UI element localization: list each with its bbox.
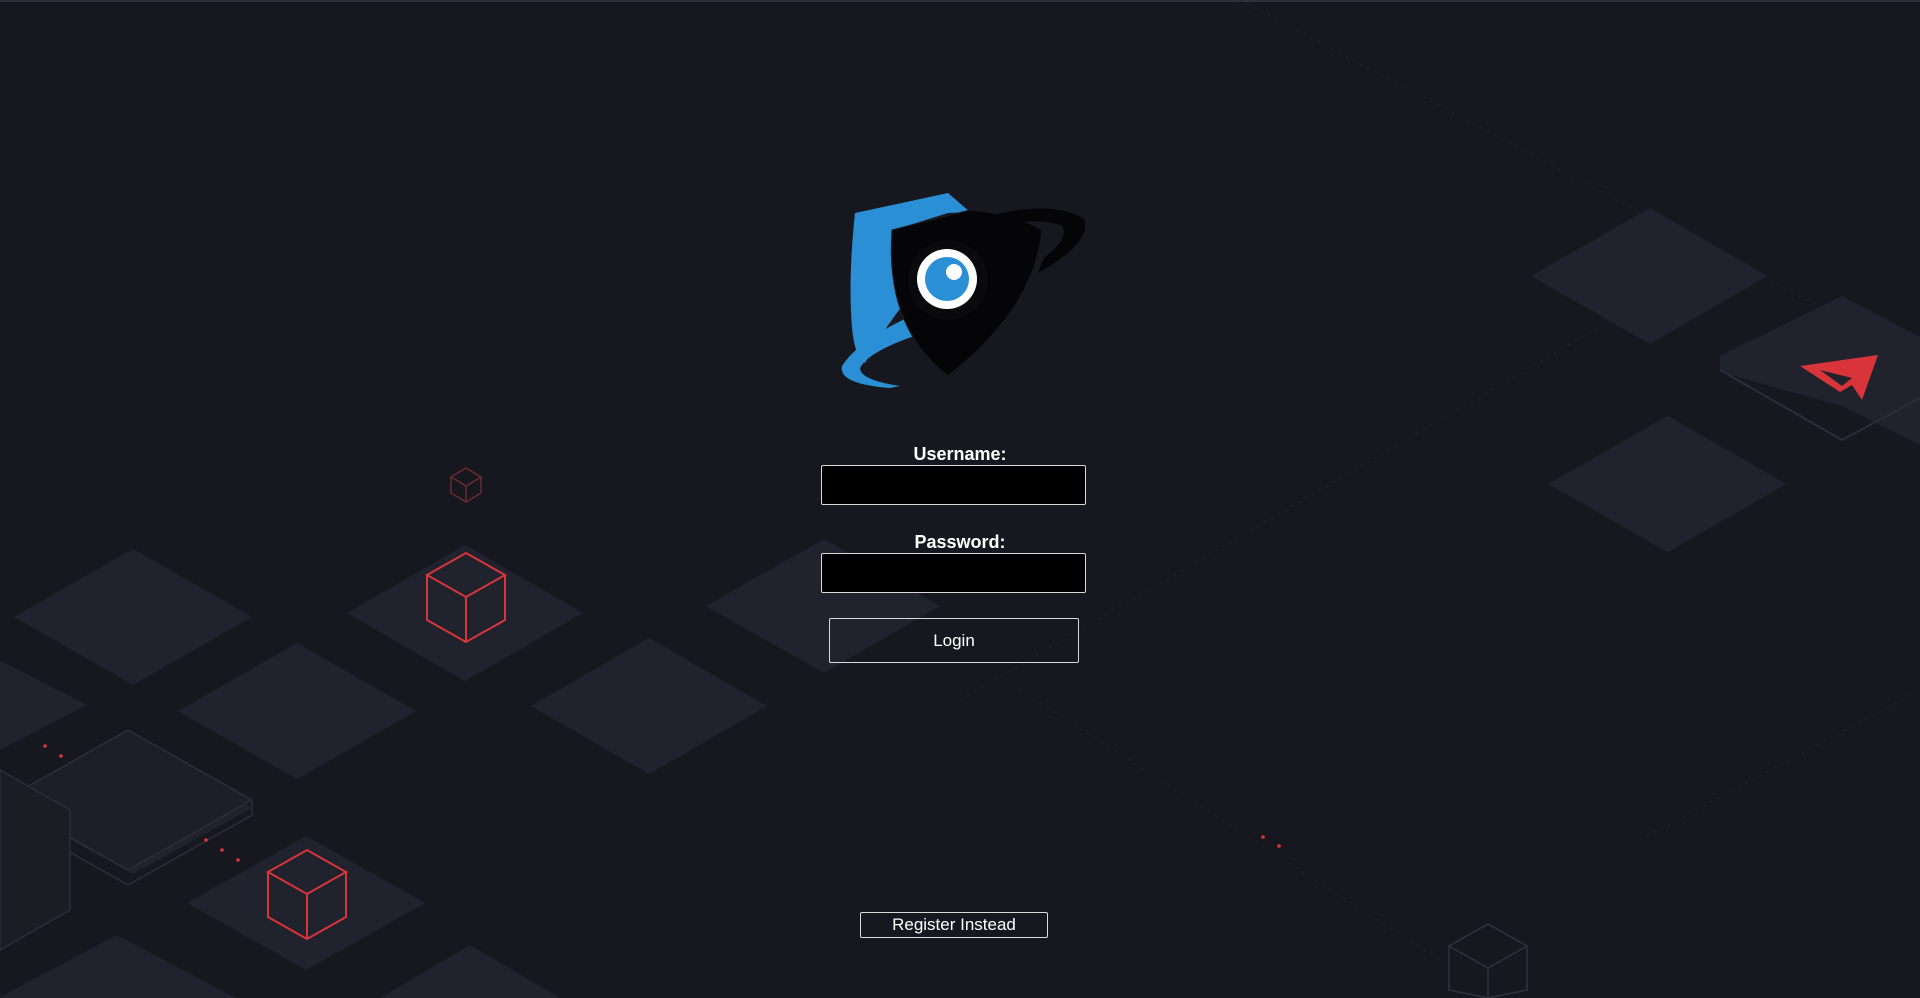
password-input[interactable] xyxy=(821,553,1086,593)
username-input[interactable] xyxy=(821,465,1086,505)
login-form: Username: Password: Login Register Inste… xyxy=(0,0,1920,998)
password-label: Password: xyxy=(914,532,1006,552)
login-button[interactable]: Login xyxy=(829,618,1079,663)
register-instead-button[interactable]: Register Instead xyxy=(860,912,1048,938)
username-label: Username: xyxy=(913,444,1007,464)
